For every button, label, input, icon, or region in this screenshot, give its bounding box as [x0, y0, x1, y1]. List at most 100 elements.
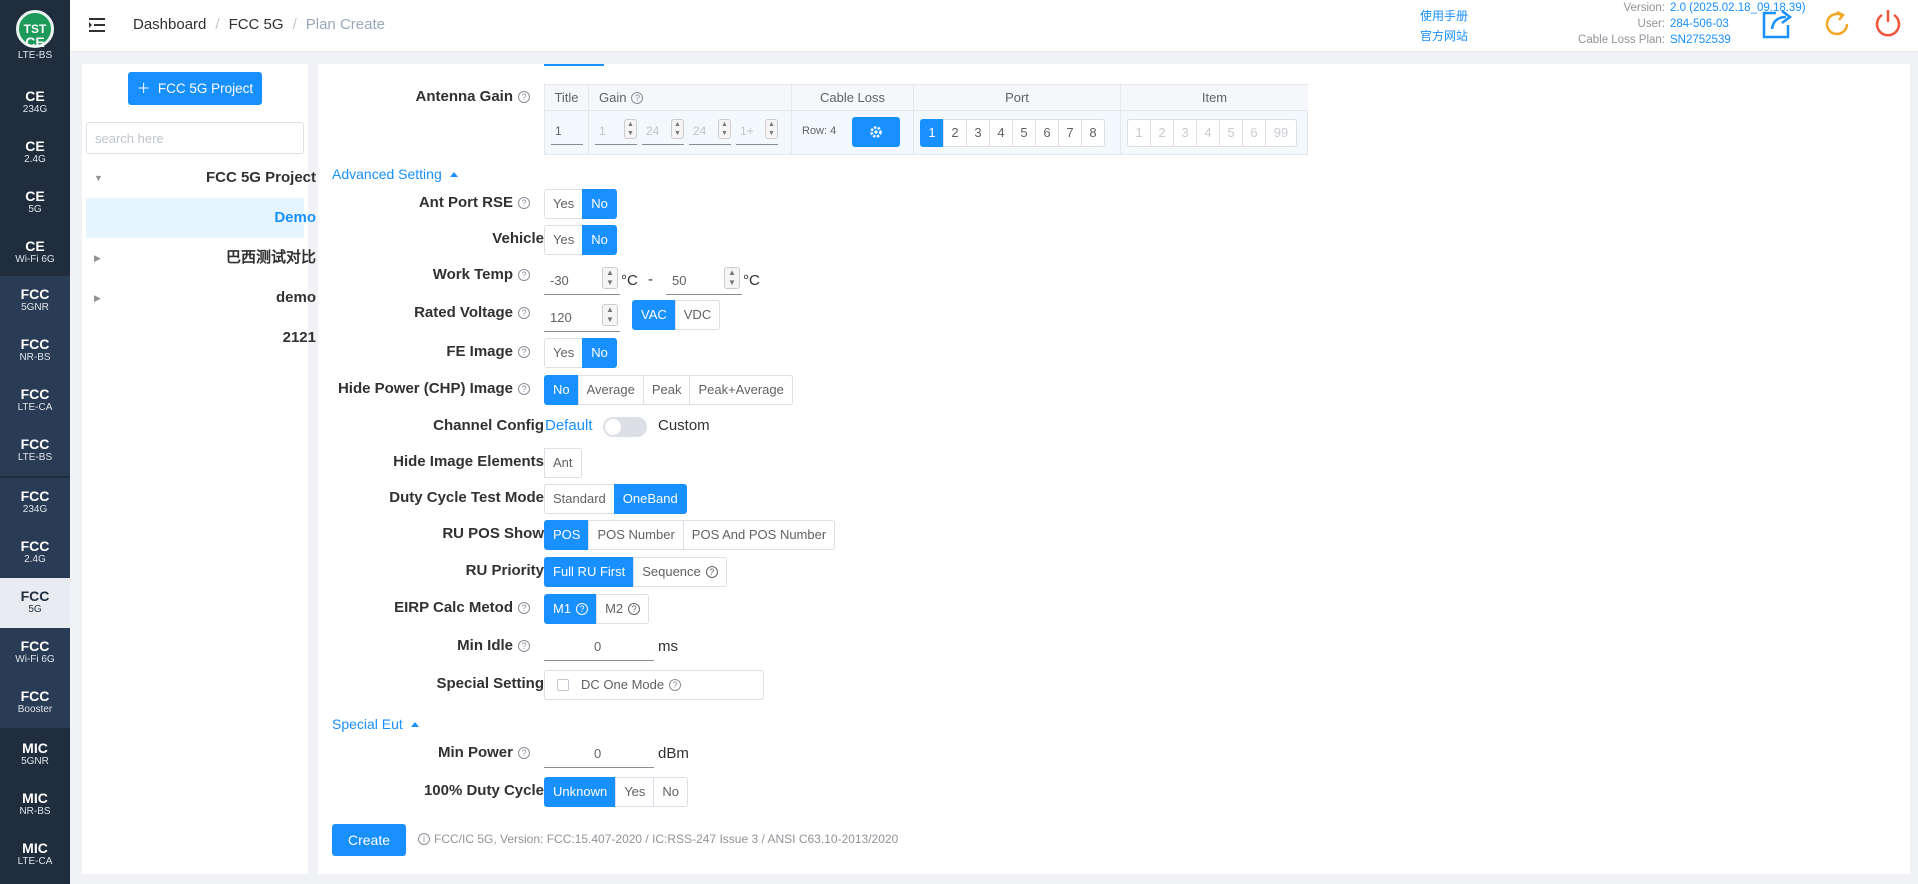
min-power-input[interactable]: 0: [544, 738, 654, 768]
vehicle-yes[interactable]: Yes: [544, 225, 584, 255]
ant-port-rse-yes[interactable]: Yes: [544, 189, 584, 219]
nav-item[interactable]: FCC NR-BS: [0, 326, 70, 376]
tree-node-brazil[interactable]: ▶ 巴西测试对比: [86, 238, 316, 278]
website-link[interactable]: 官方网站: [1420, 26, 1468, 46]
ru-priority-sequence[interactable]: Sequence?: [633, 557, 727, 587]
hide-power-no[interactable]: No: [544, 375, 579, 405]
create-button[interactable]: Create: [332, 824, 406, 856]
breadcrumb-fcc5g[interactable]: FCC 5G: [229, 16, 284, 33]
port-button[interactable]: 5: [1012, 119, 1036, 147]
help-icon[interactable]: ?: [705, 566, 718, 578]
nav-item[interactable]: FCC 234G: [0, 478, 70, 528]
voltage-vac[interactable]: VAC: [632, 300, 676, 330]
channel-config-custom[interactable]: Custom: [658, 417, 710, 434]
help-icon[interactable]: ?: [518, 747, 530, 759]
nav-item[interactable]: FCC 5GNR: [0, 276, 70, 326]
cable-loss-value[interactable]: SN2752539: [1670, 33, 1731, 48]
gain-input[interactable]: 1 ▲ ▼: [595, 117, 637, 145]
help-icon[interactable]: ?: [518, 602, 530, 614]
fe-image-yes[interactable]: Yes: [544, 338, 584, 368]
manual-link[interactable]: 使用手册: [1420, 6, 1468, 26]
gain-input[interactable]: 1+ ▲ ▼: [736, 117, 778, 145]
duty-cycle-no[interactable]: No: [653, 777, 689, 807]
port-button[interactable]: 1: [920, 119, 944, 147]
nav-item[interactable]: FCC LTE-CA: [0, 376, 70, 426]
refresh-icon[interactable]: [1822, 9, 1852, 39]
nav-item[interactable]: FCC LTE-BS: [0, 426, 70, 476]
menu-toggle-icon[interactable]: [88, 16, 106, 34]
work-temp-max-input[interactable]: 50 ▲ ▼: [666, 265, 742, 295]
tree-node-demo[interactable]: ▶ demo: [86, 278, 316, 318]
nav-item[interactable]: CE 234G: [0, 78, 70, 128]
eirp-m1[interactable]: M1?: [544, 594, 598, 624]
help-icon[interactable]: ?: [669, 679, 682, 691]
export-icon[interactable]: [1760, 7, 1794, 41]
duty-cycle-yes[interactable]: Yes: [615, 777, 655, 807]
nav-item[interactable]: FCC Booster: [0, 678, 70, 728]
tree-node-2121[interactable]: 2121: [86, 318, 316, 358]
port-button[interactable]: 8: [1081, 119, 1105, 147]
title-input[interactable]: 1: [551, 117, 583, 145]
plan-form: Antenna Gain? Title Gain? Cable Loss Por…: [318, 64, 1910, 874]
dc-one-mode-checkbox[interactable]: [557, 679, 569, 691]
nav-item[interactable]: CE 2.4G: [0, 128, 70, 178]
duty-cycle-oneband[interactable]: OneBand: [613, 484, 687, 514]
breadcrumb-dashboard[interactable]: Dashboard: [133, 16, 206, 33]
nav-item[interactable]: CE LTE-BS: [0, 24, 70, 74]
nav-item[interactable]: MIC 5GNR: [0, 730, 70, 780]
help-icon[interactable]: ?: [518, 91, 530, 103]
gain-input[interactable]: 24 ▲ ▼: [689, 117, 731, 145]
hide-image-ant[interactable]: Ant: [544, 448, 582, 478]
gain-input[interactable]: 24 ▲ ▼: [642, 117, 684, 145]
help-icon[interactable]: ?: [628, 603, 641, 615]
eirp-m2[interactable]: M2?: [596, 594, 650, 624]
channel-config-switch[interactable]: [603, 417, 647, 437]
work-temp-min-input[interactable]: -30 ▲ ▼: [544, 265, 620, 295]
port-button[interactable]: 2: [943, 119, 967, 147]
port-button[interactable]: 4: [989, 119, 1013, 147]
port-button[interactable]: 3: [966, 119, 990, 147]
row-settings-button[interactable]: [852, 117, 900, 147]
help-icon[interactable]: ?: [576, 603, 589, 615]
tree-search-input[interactable]: [86, 122, 304, 154]
nav-item[interactable]: FCC 5G: [0, 578, 70, 628]
nav-item[interactable]: FCC Wi-Fi 6G: [0, 628, 70, 678]
ru-pos-both[interactable]: POS And POS Number: [682, 520, 836, 550]
hide-power-average[interactable]: Average: [577, 375, 644, 405]
help-icon[interactable]: ?: [518, 383, 530, 395]
help-icon[interactable]: ?: [518, 269, 530, 281]
ant-port-rse-no[interactable]: No: [582, 189, 617, 219]
min-idle-input[interactable]: 0: [544, 631, 654, 661]
nav-item[interactable]: CE 5G: [0, 178, 70, 228]
voltage-vdc[interactable]: VDC: [674, 300, 721, 330]
help-icon[interactable]: ?: [518, 346, 530, 358]
help-icon[interactable]: ?: [518, 307, 530, 319]
help-icon[interactable]: ?: [631, 92, 644, 104]
nav-item[interactable]: MIC LTE-CA: [0, 830, 70, 880]
advanced-setting-toggle[interactable]: Advanced Setting: [332, 166, 458, 182]
help-icon[interactable]: ?: [518, 197, 530, 209]
vehicle-no[interactable]: No: [582, 225, 617, 255]
nav-item[interactable]: CE Wi-Fi 6G: [0, 228, 70, 278]
rated-voltage-input[interactable]: 120 ▲ ▼: [544, 302, 620, 332]
ru-pos-pos[interactable]: POS: [544, 520, 590, 550]
duty-cycle-standard[interactable]: Standard: [544, 484, 615, 514]
work-temp-label: Work Temp?: [330, 266, 530, 283]
tree-node-demo-selected[interactable]: Demo: [86, 198, 316, 238]
power-icon[interactable]: [1872, 7, 1904, 39]
ru-pos-number[interactable]: POS Number: [588, 520, 684, 550]
ru-priority-full[interactable]: Full RU First: [544, 557, 635, 587]
port-button[interactable]: 7: [1058, 119, 1082, 147]
tree-node-project[interactable]: ▼ FCC 5G Project: [86, 158, 316, 198]
port-button[interactable]: 6: [1035, 119, 1059, 147]
channel-config-default[interactable]: Default: [545, 417, 593, 434]
add-project-button[interactable]: ＋ FCC 5G Project: [128, 72, 262, 105]
nav-item[interactable]: FCC 2.4G: [0, 528, 70, 578]
hide-power-peak[interactable]: Peak: [642, 375, 691, 405]
hide-power-peak-average[interactable]: Peak+Average: [689, 375, 793, 405]
fe-image-no[interactable]: No: [582, 338, 617, 368]
duty-cycle-unknown[interactable]: Unknown: [544, 777, 617, 807]
nav-item[interactable]: MIC NR-BS: [0, 780, 70, 830]
help-icon[interactable]: ?: [518, 640, 530, 652]
special-eut-toggle[interactable]: Special Eut: [332, 716, 419, 732]
